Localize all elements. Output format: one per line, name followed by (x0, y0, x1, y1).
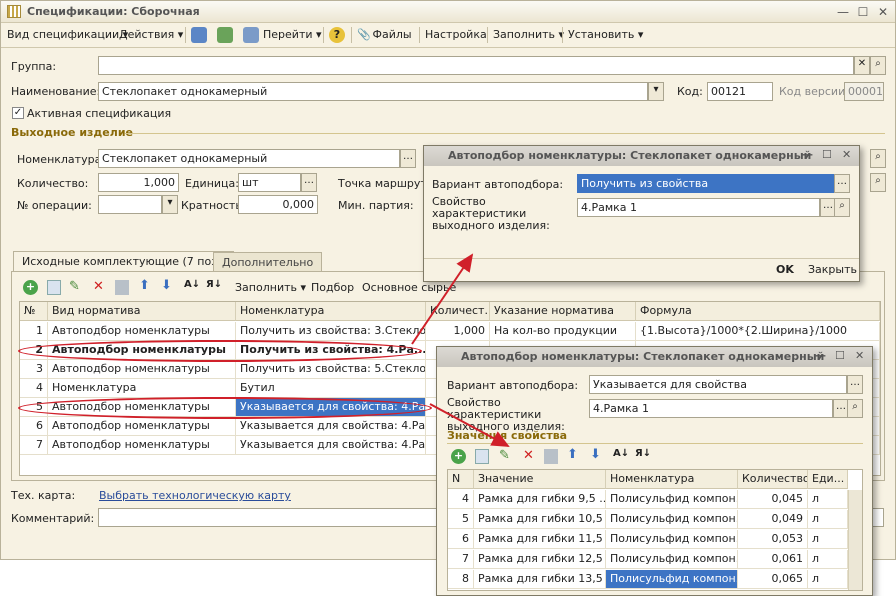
arrow-to-dialog1 (411, 253, 474, 345)
annotation-arrows (411, 253, 510, 447)
arrow-to-dialog2 (429, 403, 510, 447)
